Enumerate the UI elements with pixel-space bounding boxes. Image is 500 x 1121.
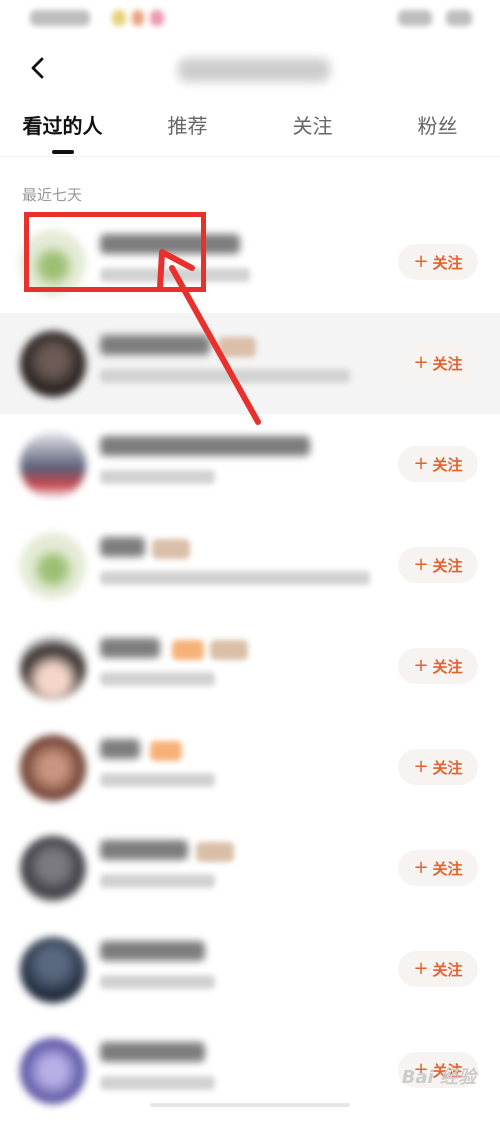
status-notification-icon bbox=[132, 10, 144, 26]
follow-button[interactable]: + 关注 bbox=[398, 547, 478, 583]
user-subtitle bbox=[100, 874, 215, 888]
tab-bar: 看过的人 推荐 关注 粉丝 bbox=[0, 100, 500, 157]
user-badge bbox=[218, 337, 256, 357]
chevron-left-icon bbox=[31, 57, 44, 79]
home-indicator bbox=[150, 1103, 350, 1107]
avatar bbox=[20, 634, 86, 700]
user-subtitle bbox=[100, 975, 215, 989]
user-badge bbox=[152, 539, 190, 559]
user-badge bbox=[210, 640, 248, 660]
avatar bbox=[20, 331, 86, 397]
follow-button[interactable]: + 关注 bbox=[398, 345, 478, 381]
signal-icon bbox=[398, 10, 432, 26]
user-name bbox=[100, 941, 205, 961]
follow-button[interactable]: + 关注 bbox=[398, 446, 478, 482]
user-subtitle bbox=[100, 672, 215, 686]
status-bar bbox=[0, 0, 500, 40]
viewer-list: + 关注 + 关注 + 关注 + 关注 + 关注 + 关注 + 关注 + 关注 … bbox=[0, 212, 500, 1121]
watermark-logo: Bai 经验 bbox=[401, 1067, 476, 1088]
user-subtitle bbox=[100, 571, 370, 585]
user-name bbox=[100, 840, 188, 860]
user-badge bbox=[196, 842, 234, 862]
avatar bbox=[20, 836, 86, 902]
user-row[interactable]: + 关注 bbox=[0, 717, 500, 818]
user-subtitle bbox=[100, 1076, 215, 1090]
user-row[interactable]: + 关注 bbox=[0, 515, 500, 616]
user-row[interactable]: + 关注 bbox=[0, 313, 500, 414]
tab-recommend[interactable]: 推荐 bbox=[125, 100, 250, 156]
back-button[interactable] bbox=[22, 52, 54, 84]
follow-button[interactable]: + 关注 bbox=[398, 749, 478, 785]
tab-label: 推荐 bbox=[167, 114, 208, 138]
status-time bbox=[30, 10, 90, 26]
tab-fans[interactable]: 粉丝 bbox=[375, 100, 500, 156]
avatar bbox=[20, 937, 86, 1003]
page-title bbox=[178, 58, 330, 82]
user-row[interactable]: + 关注 bbox=[0, 919, 500, 1020]
battery-icon bbox=[446, 10, 472, 26]
avatar bbox=[20, 1038, 86, 1104]
tab-active-indicator bbox=[51, 150, 74, 154]
user-name bbox=[100, 739, 140, 759]
user-row[interactable]: + 关注 bbox=[0, 818, 500, 919]
user-name bbox=[100, 1042, 205, 1062]
follow-button[interactable]: + 关注 bbox=[398, 648, 478, 684]
section-label: 最近七天 bbox=[22, 186, 83, 204]
tab-viewed[interactable]: 看过的人 bbox=[0, 100, 125, 156]
avatar bbox=[20, 735, 86, 801]
follow-button[interactable]: + 关注 bbox=[398, 850, 478, 886]
tab-label: 粉丝 bbox=[417, 114, 458, 138]
top-bar bbox=[0, 40, 500, 96]
user-row[interactable]: + 关注 bbox=[0, 414, 500, 515]
user-name bbox=[100, 335, 210, 355]
user-row[interactable]: + 关注 bbox=[0, 616, 500, 717]
follow-button[interactable]: + 关注 bbox=[398, 244, 478, 280]
user-subtitle bbox=[100, 369, 350, 383]
user-name bbox=[100, 436, 310, 456]
avatar bbox=[20, 533, 86, 599]
annotation-highlight-box bbox=[24, 212, 206, 292]
vip-badge bbox=[150, 741, 182, 761]
tab-label: 看过的人 bbox=[22, 114, 103, 138]
user-name bbox=[100, 638, 160, 658]
avatar bbox=[20, 432, 86, 498]
follow-button[interactable]: + 关注 bbox=[398, 951, 478, 987]
user-subtitle bbox=[100, 773, 215, 787]
user-subtitle bbox=[100, 470, 215, 484]
status-notification-icon bbox=[150, 10, 164, 26]
vip-badge bbox=[172, 640, 204, 660]
tab-label: 关注 bbox=[292, 114, 333, 138]
tab-following[interactable]: 关注 bbox=[250, 100, 375, 156]
user-name bbox=[100, 537, 145, 557]
status-notification-icon bbox=[112, 10, 126, 26]
